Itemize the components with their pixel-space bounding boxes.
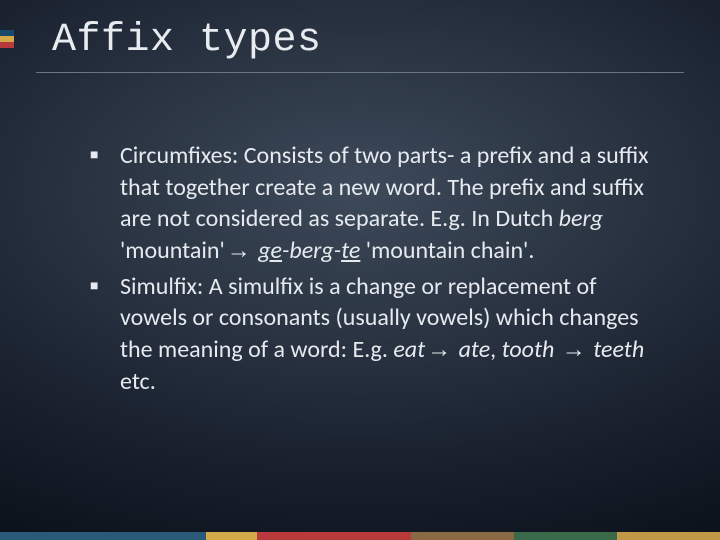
tail-text: etc. xyxy=(120,367,156,396)
footer-accent-bars xyxy=(0,532,720,540)
separator: , xyxy=(490,335,501,364)
example-tgt: teeth xyxy=(588,335,644,364)
slide-body: Circumfixes: Consists of two parts- a pr… xyxy=(90,140,660,401)
footer-bar xyxy=(0,532,206,540)
example-tgt: ate xyxy=(453,335,490,364)
example-target-prefix: ge xyxy=(258,236,282,265)
footer-bar xyxy=(206,532,257,540)
example-source: berg xyxy=(559,204,603,233)
bullet-simulfix: Simulfix: A simulfix is a change or repl… xyxy=(90,271,660,398)
term: Circumfixes xyxy=(120,141,232,170)
example-target-suffix: te xyxy=(341,236,360,265)
title-underline xyxy=(36,72,684,73)
accent-stripe-left xyxy=(0,30,14,48)
arrow-icon: → xyxy=(225,235,253,267)
example-src: tooth xyxy=(502,335,560,364)
term: Simulfix xyxy=(120,272,197,301)
arrow-icon: → xyxy=(425,334,453,366)
arrow-icon: → xyxy=(560,334,588,366)
bullet-circumfixes: Circumfixes: Consists of two parts- a pr… xyxy=(90,140,660,267)
example-gloss-target: 'mountain chain'. xyxy=(360,236,534,265)
example-src: eat xyxy=(393,335,425,364)
footer-bar xyxy=(257,532,411,540)
footer-bar xyxy=(411,532,514,540)
example-target-mid: -berg- xyxy=(282,236,341,265)
footer-bar xyxy=(514,532,617,540)
slide-title: Affix types xyxy=(52,18,322,63)
accent-bar xyxy=(0,42,14,48)
footer-bar xyxy=(617,532,720,540)
example-gloss: 'mountain' xyxy=(120,236,225,265)
